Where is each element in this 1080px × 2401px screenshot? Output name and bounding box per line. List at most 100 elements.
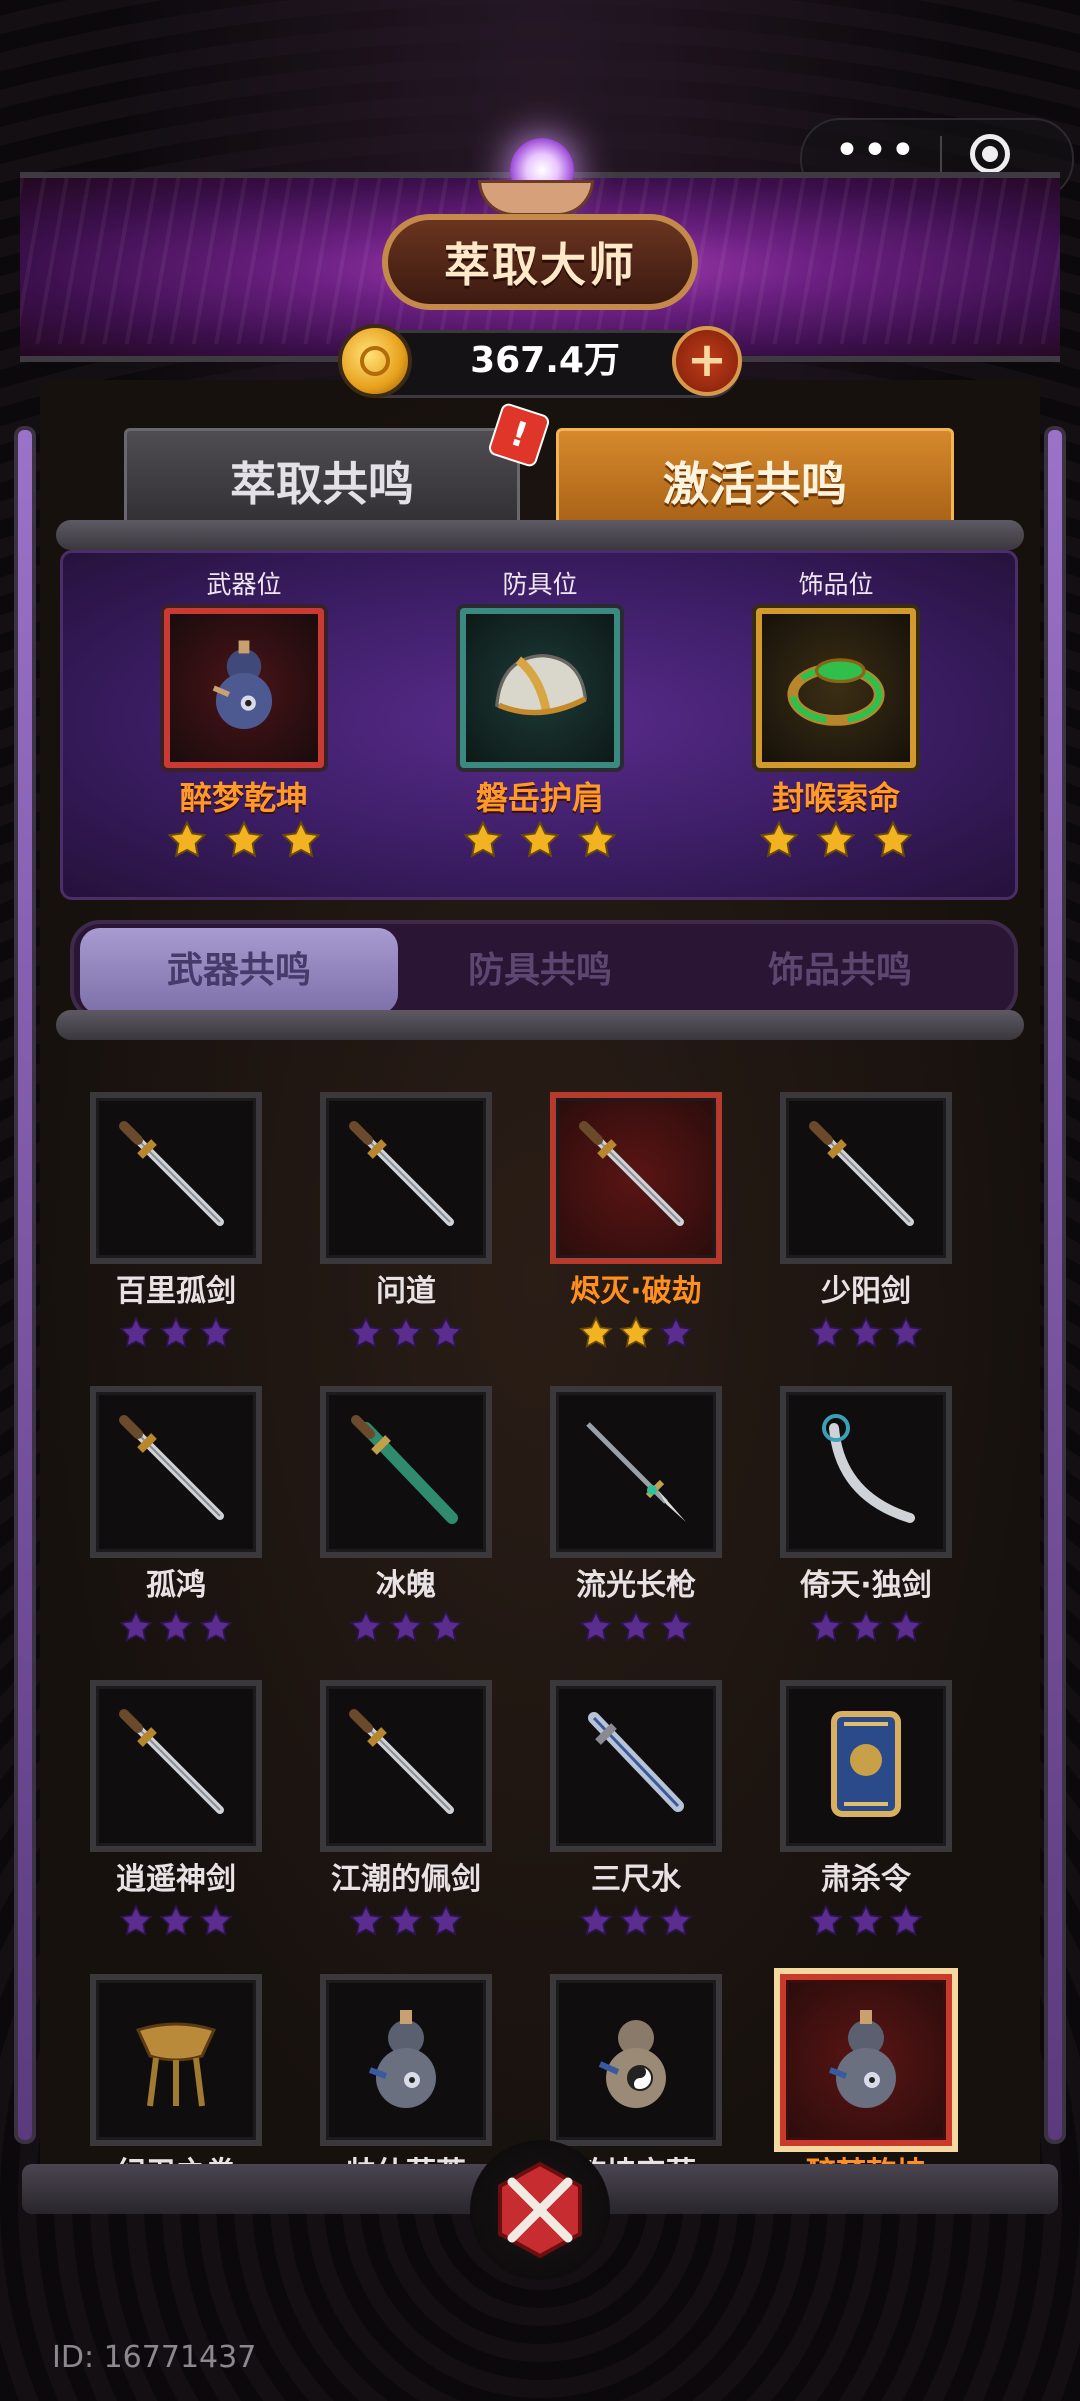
slot-item-name: 磐岳护肩 [475,779,604,817]
star-icon [809,1316,843,1350]
item-icon-frame [90,1386,262,1558]
star-icon [619,1610,653,1644]
item-cell[interactable]: 肃杀令 [766,1680,966,1950]
star-icon [199,1610,233,1644]
slot-item-name: 醉梦乾坤 [179,779,308,817]
star-icon [167,820,207,860]
item-icon-frame [320,1974,492,2146]
item-icon-frame [90,1680,262,1852]
tab-activate-resonance[interactable]: 激活共鸣 [556,428,954,534]
slot-icon-frame [756,608,916,768]
item-cell[interactable]: 纪卫之卷 [76,1974,276,2164]
slot-icon-frame [460,608,620,768]
item-icon-frame [780,1974,952,2146]
item-icon-frame [550,1386,722,1558]
item-stars [76,1316,276,1350]
helmet-icon [495,653,588,716]
item-name: 少阳剑 [821,1274,911,1309]
item-name: 江潮的佩剑 [331,1862,481,1897]
item-cell[interactable]: 烬灭·破劫 [536,1092,736,1362]
sub-tab-divider-rail [56,1010,1024,1040]
yinyang-gourd-icon [598,2020,666,2108]
star-icon [119,1316,153,1350]
gold-coin-icon [338,324,412,398]
star-icon [873,820,913,860]
slot-item-name: 封喉索命 [771,779,900,817]
tab-weapon-resonance[interactable]: 武器共鸣 [80,928,398,1014]
item-stars [766,1904,966,1938]
slot-weapon[interactable]: 武器位 醉梦乾坤 [124,568,364,888]
sword-icon [349,1121,454,1226]
slot-accessory[interactable]: 饰品位 封喉索命 [716,568,956,888]
tab-divider-rail [56,520,1024,550]
star-icon [463,820,503,860]
item-cell[interactable]: 冰魄 [306,1386,506,1656]
close-miniprogram-icon[interactable] [970,134,1010,174]
star-icon [159,1610,193,1644]
slot-stars [716,820,956,860]
star-icon [809,1610,843,1644]
sword-icon [349,1709,454,1814]
item-grid[interactable]: 百里孤剑 问道 烬灭·破劫 少阳剑孤鸿 冰魄 流光长枪 倚天·独剑逍遥神剑 江潮的佩剑 三尺水 肃… [60,1044,1020,2164]
star-icon [159,1316,193,1350]
item-stars [536,1316,736,1350]
frame-right-rail [1048,430,1062,2140]
item-name: 烬灭·破劫 [570,1274,702,1309]
slot-position-label: 防具位 [502,570,578,599]
star-icon [579,1904,613,1938]
gourd-icon [368,2010,436,2108]
item-cell[interactable]: 流光长枪 [536,1386,736,1656]
star-icon [389,1904,423,1938]
item-cell[interactable]: 逍遥神剑 [76,1680,276,1950]
tab-extract-resonance[interactable]: 萃取共鸣 [124,428,520,534]
item-stars [76,1610,276,1644]
slot-position-label: 武器位 [206,570,282,599]
sword-icon [119,1709,224,1814]
item-cell[interactable]: 三尺水 [536,1680,736,1950]
star-icon [429,1610,463,1644]
star-icon [759,820,799,860]
item-cell[interactable]: 帅仙葫芦 [306,1974,506,2164]
star-icon [199,1316,233,1350]
item-cell[interactable]: 百里孤剑 [76,1092,276,1362]
item-icon-frame [320,1092,492,1264]
item-cell[interactable]: 问道 [306,1092,506,1362]
item-cell[interactable]: 少阳剑 [766,1092,966,1362]
item-icon-frame [550,1092,722,1264]
item-name: 冰魄 [376,1568,436,1603]
sword-icon [809,1121,914,1226]
item-cell[interactable]: 孤鸿 [76,1386,276,1656]
jade-ring-icon [787,658,885,726]
item-stars [306,1610,506,1644]
tab-accessory-resonance[interactable]: 饰品共鸣 [682,928,998,1014]
star-icon [849,1316,883,1350]
item-icon-frame [320,1680,492,1852]
coin-amount: 367.4万 [470,340,620,381]
slot-stars [124,820,364,860]
item-cell[interactable]: 倚天·独剑 [766,1386,966,1656]
star-icon [224,820,264,860]
spear-icon [586,1422,686,1522]
star-icon [349,1904,383,1938]
star-icon [849,1610,883,1644]
star-icon [349,1610,383,1644]
item-stars [306,1316,506,1350]
item-icon-frame [780,1680,952,1852]
item-cell[interactable]: 江潮的佩剑 [306,1680,506,1950]
item-stars [76,1904,276,1938]
star-icon [619,1316,653,1350]
star-icon [849,1904,883,1938]
crossed-swords-emblem[interactable] [470,2140,610,2280]
item-cell[interactable]: 醉梦乾坤 [766,1974,966,2164]
star-icon [577,820,617,860]
slot-armor[interactable]: 防具位 磐岳护肩 [420,568,660,888]
item-cell[interactable]: 乾坤宝葫 [536,1974,736,2164]
item-name: 帅仙葫芦 [306,2154,506,2164]
tab-armor-resonance[interactable]: 防具共鸣 [382,928,698,1014]
star-icon [809,1904,843,1938]
jade-sword-icon [351,1415,458,1524]
add-coins-button[interactable]: + [672,326,742,396]
slot-position-label: 饰品位 [798,570,874,599]
frame-left-rail [18,430,32,2140]
scimitar-icon [822,1414,915,1523]
